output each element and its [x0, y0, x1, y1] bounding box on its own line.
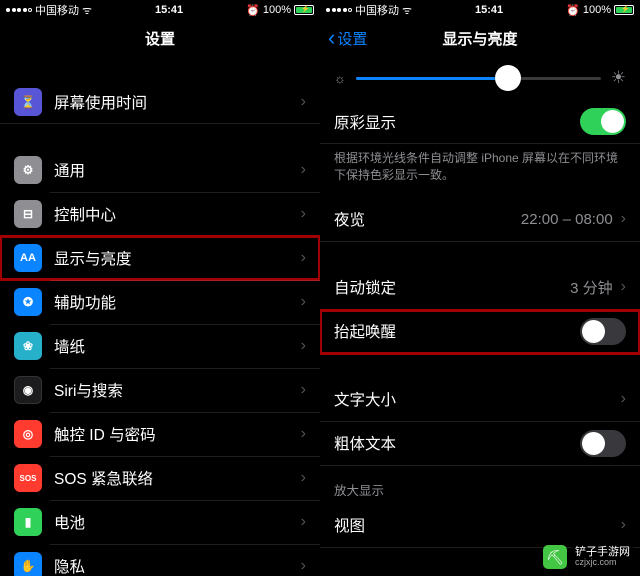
row-wallpaper[interactable]: ❀ 墙纸 ›: [0, 324, 320, 368]
hourglass-icon: ⏳: [14, 88, 42, 116]
switches-icon: ⊟: [14, 200, 42, 228]
sun-bright-icon: ☀: [611, 68, 626, 88]
chevron-right-icon: ›: [301, 425, 306, 443]
chevron-right-icon: ›: [301, 293, 306, 311]
battery-icon: ▮: [14, 508, 42, 536]
flower-icon: ❀: [14, 332, 42, 360]
navbar: ‹ 设置 显示与亮度: [320, 20, 640, 56]
battery-icon: ⚡: [294, 5, 314, 15]
phone-right: 中国移动 ᯤ 15:41 ⏰ 100% ⚡ ‹ 设置 显示与亮度 ☼ ☀ 原彩显…: [320, 0, 640, 576]
row-true-tone[interactable]: 原彩显示: [320, 100, 640, 144]
status-bar: 中国移动 ᯤ 15:41 ⏰ 100% ⚡: [320, 0, 640, 20]
battery-icon: ⚡: [614, 5, 634, 15]
chevron-left-icon: ‹: [328, 27, 335, 49]
row-battery[interactable]: ▮ 电池 ›: [0, 500, 320, 544]
row-accessibility[interactable]: ✪ 辅助功能 ›: [0, 280, 320, 324]
siri-icon: ◉: [14, 376, 42, 404]
watermark-url: czjxjc.com: [575, 558, 630, 568]
row-display-brightness[interactable]: AA 显示与亮度 ›: [0, 236, 320, 280]
row-general[interactable]: ⚙ 通用 ›: [0, 148, 320, 192]
chevron-right-icon: ›: [621, 210, 626, 228]
row-night-shift[interactable]: 夜览 22:00 – 08:00 ›: [320, 198, 640, 242]
carrier-label: 中国移动: [35, 2, 79, 18]
settings-list: ⏳ 屏幕使用时间 › ⚙ 通用 › ⊟ 控制中心 › AA 显示与亮度 › ✪ …: [0, 56, 320, 576]
chevron-right-icon: ›: [301, 557, 306, 575]
row-privacy[interactable]: ✋ 隐私 ›: [0, 544, 320, 576]
alarm-icon: ⏰: [246, 4, 260, 17]
shovel-icon: ⛏: [543, 545, 567, 569]
row-text-size[interactable]: 文字大小 ›: [320, 378, 640, 422]
row-screen-time[interactable]: ⏳ 屏幕使用时间 ›: [0, 80, 320, 124]
zoom-header: 放大显示: [320, 466, 640, 504]
sun-dim-icon: ☼: [334, 71, 346, 86]
battery-pct: 100%: [583, 4, 611, 16]
chevron-right-icon: ›: [621, 278, 626, 296]
auto-lock-detail: 3 分钟: [570, 277, 613, 298]
row-control-center[interactable]: ⊟ 控制中心 ›: [0, 192, 320, 236]
signal-icon: [6, 8, 32, 12]
chevron-right-icon: ›: [301, 249, 306, 267]
accessibility-icon: ✪: [14, 288, 42, 316]
page-title: 显示与亮度: [442, 28, 517, 49]
row-raise-to-wake[interactable]: 抬起唤醒: [320, 310, 640, 354]
phone-left: 中国移动 ᯤ 15:41 ⏰ 100% ⚡ 设置 ⏳ 屏幕使用时间 › ⚙ 通用…: [0, 0, 320, 576]
row-view[interactable]: 视图 ›: [320, 504, 640, 548]
night-shift-detail: 22:00 – 08:00: [521, 211, 613, 228]
chevron-right-icon: ›: [301, 161, 306, 179]
chevron-right-icon: ›: [301, 513, 306, 531]
wifi-icon: ᯤ: [82, 3, 92, 18]
chevron-right-icon: ›: [301, 469, 306, 487]
brightness-slider[interactable]: ☼ ☀: [320, 56, 640, 100]
back-button[interactable]: ‹ 设置: [328, 27, 367, 49]
chevron-right-icon: ›: [301, 381, 306, 399]
fingerprint-icon: ◎: [14, 420, 42, 448]
carrier-label: 中国移动: [355, 2, 399, 18]
true-tone-note: 根据环境光线条件自动调整 iPhone 屏幕以在不同环境下保持色彩显示一致。: [320, 144, 640, 198]
row-bold-text[interactable]: 粗体文本: [320, 422, 640, 466]
hand-icon: ✋: [14, 552, 42, 576]
signal-icon: [326, 8, 352, 12]
status-bar: 中国移动 ᯤ 15:41 ⏰ 100% ⚡: [0, 0, 320, 20]
row-sos[interactable]: SOS SOS 紧急联络 ›: [0, 456, 320, 500]
row-touchid[interactable]: ◎ 触控 ID 与密码 ›: [0, 412, 320, 456]
clock: 15:41: [412, 4, 566, 16]
row-auto-lock[interactable]: 自动锁定 3 分钟 ›: [320, 266, 640, 310]
aa-icon: AA: [14, 244, 42, 272]
alarm-icon: ⏰: [566, 4, 580, 17]
chevron-right-icon: ›: [301, 337, 306, 355]
page-title: 设置: [145, 28, 175, 49]
chevron-right-icon: ›: [301, 205, 306, 223]
raise-to-wake-toggle[interactable]: [580, 318, 626, 345]
chevron-right-icon: ›: [301, 93, 306, 111]
chevron-right-icon: ›: [621, 516, 626, 534]
clock: 15:41: [92, 4, 246, 16]
battery-pct: 100%: [263, 4, 291, 16]
watermark: ⛏ 铲子手游网 czjxjc.com: [543, 544, 634, 570]
row-siri[interactable]: ◉ Siri与搜索 ›: [0, 368, 320, 412]
sos-icon: SOS: [14, 464, 42, 492]
chevron-right-icon: ›: [621, 390, 626, 408]
wifi-icon: ᯤ: [402, 3, 412, 18]
gear-icon: ⚙: [14, 156, 42, 184]
back-label: 设置: [337, 28, 367, 49]
navbar: 设置: [0, 20, 320, 56]
true-tone-toggle[interactable]: [580, 108, 626, 135]
bold-text-toggle[interactable]: [580, 430, 626, 457]
